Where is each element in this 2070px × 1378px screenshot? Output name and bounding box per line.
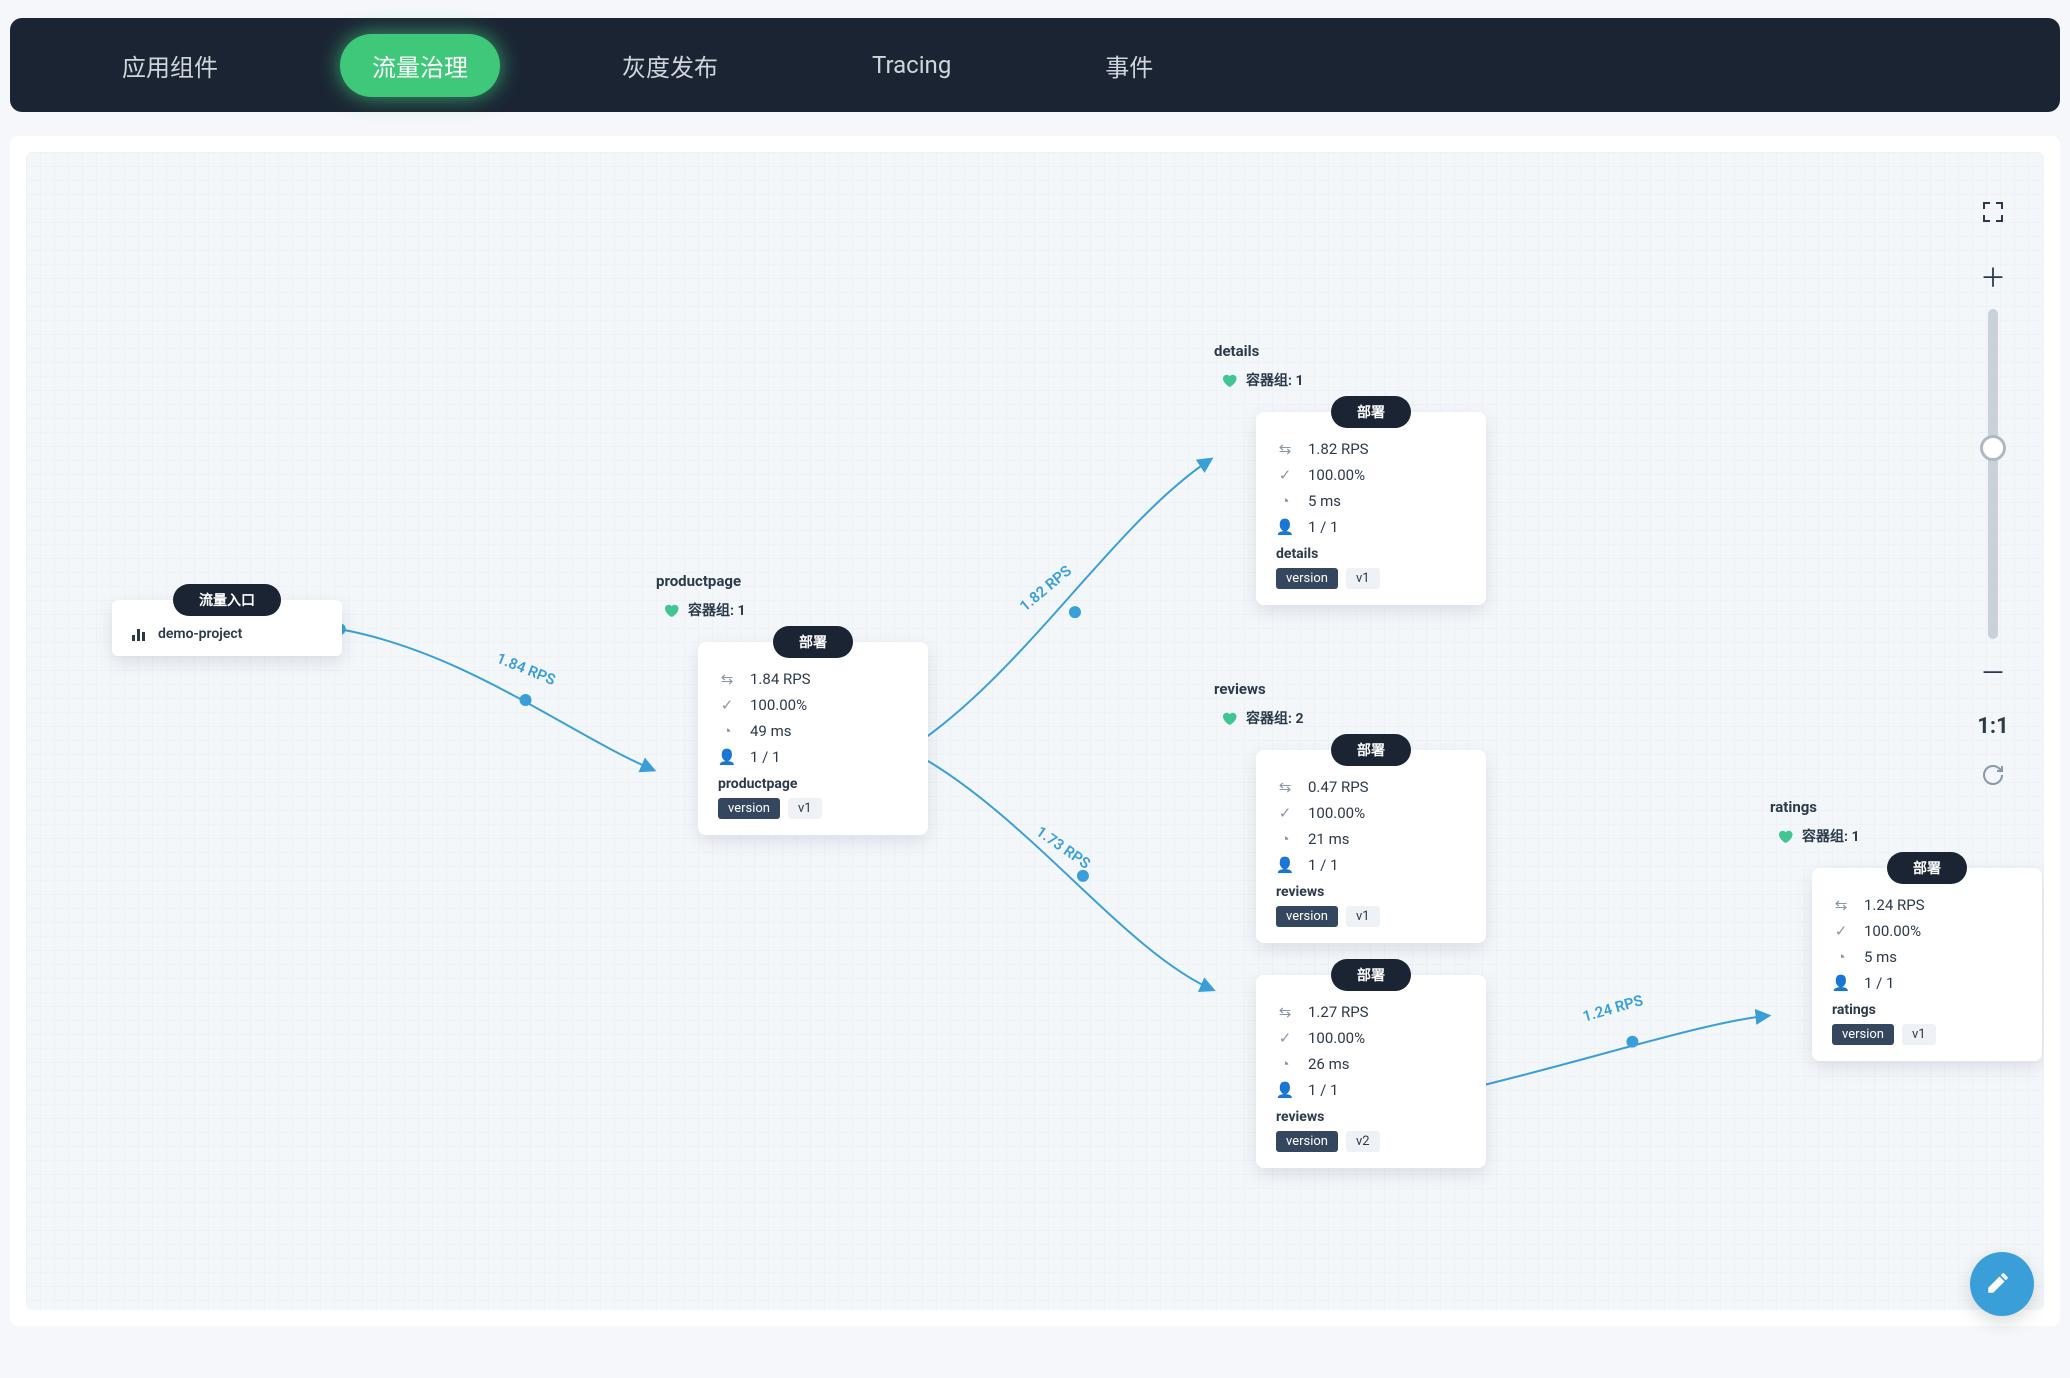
user-icon: 👤 [1276, 856, 1294, 874]
refresh-button[interactable] [1981, 763, 2005, 791]
version-value: v2 [1346, 1131, 1380, 1152]
version-tag: version [1276, 906, 1338, 927]
edge-label-entry-productpage: 1.84 RPS [494, 649, 558, 689]
user-icon: 👤 [1276, 1081, 1294, 1099]
check-icon: ✓ [1276, 1029, 1294, 1047]
clock-icon: ◔ [1276, 492, 1294, 510]
deploy-pill: 部署 [1887, 852, 1967, 884]
version-tag: version [718, 798, 780, 819]
edge-label-productpage-details: 1.82 RPS [1016, 562, 1075, 616]
user-icon: 👤 [1832, 974, 1850, 992]
heart-icon [1776, 827, 1794, 845]
version-value: v1 [1902, 1024, 1936, 1045]
tab-events[interactable]: 事件 [1073, 34, 1185, 97]
deploy-card-reviews-v1[interactable]: ⇆0.47 RPS ✓100.00% ◔21 ms 👤1 / 1 reviews… [1256, 750, 1486, 943]
tab-gray-release[interactable]: 灰度发布 [590, 34, 750, 97]
node-reviews[interactable]: reviews 容器组: 2 部署 ⇆0.47 RPS ✓100.00% ◔21… [1206, 680, 1486, 1168]
node-title: ratings [1762, 798, 2042, 816]
tab-tracing[interactable]: Tracing [840, 37, 983, 93]
entry-project-name: demo-project [158, 626, 242, 642]
tab-app-components[interactable]: 应用组件 [90, 34, 250, 97]
deploy-pill: 部署 [773, 626, 853, 658]
deploy-card-reviews-v2[interactable]: ⇆1.27 RPS ✓100.00% ◔26 ms 👤1 / 1 reviews… [1256, 975, 1486, 1168]
pods-row: 容器组: 1 [1206, 370, 1486, 390]
zoom-out-button[interactable]: － [1980, 647, 2006, 696]
version-value: v1 [1346, 568, 1380, 589]
chart-icon [132, 627, 148, 641]
node-entry[interactable]: 流量入口 demo-project [112, 584, 342, 656]
entry-pill: 流量入口 [173, 584, 281, 616]
hammer-icon [1987, 1269, 2017, 1299]
heart-icon [662, 601, 680, 619]
toolbox-fab[interactable] [1970, 1252, 2034, 1316]
fullscreen-button[interactable] [1981, 194, 2005, 237]
tab-traffic-governance[interactable]: 流量治理 [340, 34, 500, 97]
refresh-icon [1981, 763, 2005, 787]
edge-label-productpage-reviews: 1.73 RPS [1033, 822, 1094, 872]
user-icon: 👤 [718, 748, 736, 766]
heart-icon [1220, 709, 1238, 727]
deploy-card-productpage[interactable]: ⇆1.84 RPS ✓100.00% ◔49 ms 👤1 / 1 product… [698, 642, 928, 835]
rps-icon: ⇆ [1832, 896, 1850, 914]
node-title: productpage [648, 572, 928, 590]
version-tag: version [1832, 1024, 1894, 1045]
user-icon: 👤 [1276, 518, 1294, 536]
expand-icon [1981, 200, 2005, 224]
deploy-pill: 部署 [1331, 959, 1411, 991]
version-value: v1 [788, 798, 822, 819]
node-title: reviews [1206, 680, 1486, 698]
check-icon: ✓ [1276, 466, 1294, 484]
deploy-pill: 部署 [1331, 734, 1411, 766]
clock-icon: ◔ [1276, 1055, 1294, 1073]
heart-icon [1220, 371, 1238, 389]
pods-row: 容器组: 2 [1206, 708, 1486, 728]
check-icon: ✓ [718, 696, 736, 714]
zoom-slider-handle[interactable] [1980, 435, 2006, 461]
rps-icon: ⇆ [718, 670, 736, 688]
edge-layer: 1.84 RPS 1.82 RPS 1.73 RPS 1.24 RPS [26, 152, 2044, 1310]
pods-row: 容器组: 1 [1762, 826, 2042, 846]
pods-row: 容器组: 1 [648, 600, 928, 620]
graph-canvas[interactable]: 1.84 RPS 1.82 RPS 1.73 RPS 1.24 RPS 流量入口 [26, 152, 2044, 1310]
deploy-pill: 部署 [1331, 396, 1411, 428]
graph-panel: 1.84 RPS 1.82 RPS 1.73 RPS 1.24 RPS 流量入口 [10, 136, 2060, 1326]
rps-icon: ⇆ [1276, 440, 1294, 458]
node-title: details [1206, 342, 1486, 360]
clock-icon: ◔ [1276, 830, 1294, 848]
check-icon: ✓ [1832, 922, 1850, 940]
zoom-slider[interactable] [1988, 309, 1998, 639]
node-details[interactable]: details 容器组: 1 部署 ⇆1.82 RPS ✓100.00% ◔5 … [1206, 342, 1486, 605]
node-ratings[interactable]: ratings 容器组: 1 部署 ⇆1.24 RPS ✓100.00% ◔5 … [1762, 798, 2042, 1061]
check-icon: ✓ [1276, 804, 1294, 822]
version-tag: version [1276, 1131, 1338, 1152]
deploy-card-details[interactable]: ⇆1.82 RPS ✓100.00% ◔5 ms 👤1 / 1 details … [1256, 412, 1486, 605]
zoom-in-button[interactable]: ＋ [1980, 252, 2006, 301]
fullscreen-control [1976, 194, 2010, 237]
edge-label-reviews-ratings: 1.24 RPS [1581, 991, 1645, 1025]
deploy-card-ratings[interactable]: ⇆1.24 RPS ✓100.00% ◔5 ms 👤1 / 1 ratings … [1812, 868, 2042, 1061]
zoom-ratio-label[interactable]: 1:1 [1977, 714, 2008, 739]
clock-icon: ◔ [718, 722, 736, 740]
rps-icon: ⇆ [1276, 1003, 1294, 1021]
version-value: v1 [1346, 906, 1380, 927]
clock-icon: ◔ [1832, 948, 1850, 966]
zoom-control: ＋ － 1:1 [1976, 252, 2010, 791]
node-productpage[interactable]: productpage 容器组: 1 部署 ⇆1.84 RPS ✓100.00%… [648, 572, 928, 835]
rps-icon: ⇆ [1276, 778, 1294, 796]
version-tag: version [1276, 568, 1338, 589]
top-tabbar: 应用组件 流量治理 灰度发布 Tracing 事件 [10, 18, 2060, 112]
